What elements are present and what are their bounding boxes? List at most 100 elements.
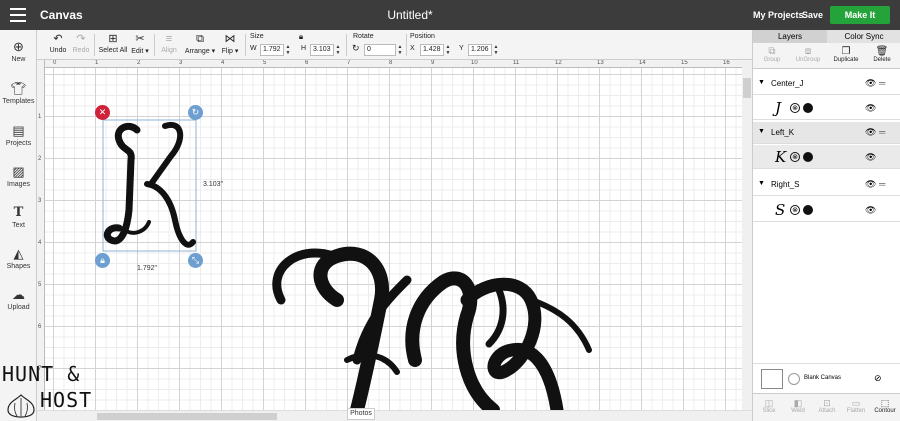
width-stepper[interactable]: ▲ ▼ — [285, 44, 291, 56]
weld-button[interactable]: ◧ Weld — [784, 398, 812, 414]
layer-row-right-s[interactable]: S ⊗ 👁︎ — [753, 198, 900, 222]
caret-down-icon[interactable]: ▼ — [758, 79, 765, 86]
align-icon: ≡ — [165, 33, 173, 45]
layer-row-left-k[interactable]: K ⊗ 👁︎ — [753, 145, 900, 169]
eye-icon[interactable]: 👁︎ — [865, 103, 876, 114]
arrange-button[interactable]: ⧉ Arrange ▾ — [183, 33, 217, 55]
attach-icon: ⊗ — [790, 205, 800, 215]
edit-button[interactable]: ✂ Edit ▾ — [129, 33, 151, 55]
weld-icon: ◧ — [793, 398, 803, 408]
resize-handle[interactable]: ⤡ — [188, 253, 203, 268]
scroll-thumb[interactable] — [743, 78, 751, 98]
nav-projects-label: Projects — [5, 140, 32, 147]
nav-shapes[interactable]: ◭ Shapes — [0, 247, 37, 271]
make-it-button[interactable]: Make It — [830, 6, 890, 24]
nav-upload[interactable]: ☁ Upload — [0, 288, 37, 312]
ungroup-label: UnGroup — [795, 57, 821, 63]
delete-handle[interactable]: ✕ — [95, 105, 110, 120]
eye-icon[interactable]: 👁︎ — [865, 127, 876, 138]
scroll-thumb[interactable] — [97, 413, 277, 420]
color-swatch[interactable] — [803, 205, 813, 215]
attach-label: Attach — [818, 408, 836, 414]
duplicate-icon: ❐ — [841, 46, 851, 57]
weld-label: Weld — [791, 408, 805, 414]
watermark-line-1: HUNT & — [2, 362, 81, 386]
ungroup-button[interactable]: ⧈ UnGroup — [793, 46, 823, 63]
caret-down-icon[interactable]: ▼ — [758, 180, 765, 187]
color-swatch[interactable] — [803, 103, 813, 113]
nav-images-label: Images — [7, 181, 30, 188]
layer-bottom-actions: ◫ Slice ◧ Weld ⊡ Attach ▭ Flatten ⬚ Cont… — [753, 393, 900, 421]
duplicate-button[interactable]: ❐ Duplicate — [831, 46, 861, 63]
width-field[interactable]: 1.792 — [260, 44, 284, 56]
save-link[interactable]: Save — [802, 10, 823, 20]
photos-tab[interactable]: Photos — [347, 408, 375, 420]
design-canvas[interactable]: 0 1 2 3 4 5 6 7 8 9 10 11 12 13 14 15 16… — [37, 60, 752, 410]
lock-handle[interactable]: 🔒︎ — [95, 253, 110, 268]
projects-icon: ▤ — [12, 123, 25, 138]
position-y-stepper[interactable]: ▲ ▼ — [493, 44, 499, 56]
group-label: Group — [763, 57, 781, 63]
caret-down-icon[interactable]: ▼ — [758, 128, 765, 135]
eye-icon[interactable]: 👁︎ — [865, 205, 876, 216]
position-x-field[interactable]: 1.428 — [420, 44, 444, 56]
position-x-stepper[interactable]: ▲ ▼ — [445, 44, 451, 56]
flip-button[interactable]: ⋈ Flip ▾ — [218, 33, 242, 55]
nav-projects[interactable]: ▤ Projects — [0, 123, 37, 148]
group-button[interactable]: ⧉ Group — [757, 46, 787, 63]
layer-group-right-s[interactable]: ▼ Right_S 👁︎ ═ — [753, 174, 900, 196]
lock-ratio-button[interactable]: 🔒︎ — [295, 31, 307, 43]
garlic-logo-icon — [7, 394, 35, 418]
redo-icon: ↷ — [76, 33, 86, 45]
attach-button[interactable]: ⊡ Attach — [813, 398, 841, 414]
resize-icon: ⤡ — [191, 255, 200, 265]
my-projects-link[interactable]: My Projects — [753, 10, 804, 20]
monogram-main[interactable] — [272, 246, 592, 410]
tab-color-sync[interactable]: Color Sync — [827, 30, 900, 43]
color-swatch[interactable] — [803, 152, 813, 162]
canvas-vertical-scrollbar[interactable] — [742, 60, 752, 410]
drag-handle-icon[interactable]: ═ — [879, 127, 885, 137]
align-button[interactable]: ≡ Align — [157, 33, 181, 54]
monogram-k[interactable] — [103, 121, 196, 248]
layer-group-left-k[interactable]: ▼ Left_K 👁︎ ═ — [753, 122, 900, 144]
slice-button[interactable]: ◫ Slice — [755, 398, 783, 414]
select-all-button[interactable]: ⊞ Select All — [97, 33, 129, 54]
layer-group-name: Left_K — [771, 128, 795, 137]
flip-label: Flip ▾ — [221, 48, 239, 55]
radio-circle[interactable] — [788, 373, 800, 385]
layer-group-center-j[interactable]: ▼ Center_J 👁︎ ═ — [753, 73, 900, 95]
rotate-field[interactable]: 0 — [364, 44, 396, 56]
slice-label: Slice — [762, 408, 776, 414]
attach-icon: ⊗ — [790, 152, 800, 162]
drag-handle-icon[interactable]: ═ — [879, 179, 885, 189]
contour-button[interactable]: ⬚ Contour — [871, 398, 899, 414]
y-letter: Y — [459, 45, 464, 52]
nav-templates[interactable]: 👕︎ Templates — [0, 82, 37, 106]
redo-button[interactable]: ↷ Redo — [70, 33, 92, 54]
nav-images[interactable]: ▨ Images — [0, 165, 37, 189]
drag-handle-icon[interactable]: ═ — [879, 78, 885, 88]
eye-icon[interactable]: 👁︎ — [865, 152, 876, 163]
tab-layers[interactable]: Layers — [753, 30, 827, 43]
eye-slash-icon[interactable]: ⊘ — [874, 373, 882, 384]
rotate-handle[interactable]: ↻ — [188, 105, 203, 120]
divider — [245, 34, 246, 56]
canvas-color-swatch[interactable] — [761, 369, 783, 389]
layer-thumbnail: J — [775, 99, 782, 117]
nav-text[interactable]: T Text — [0, 206, 37, 230]
eye-icon[interactable]: 👁︎ — [865, 78, 876, 89]
height-stepper[interactable]: ▲ ▼ — [335, 44, 341, 56]
layer-row-center-j[interactable]: J ⊗ 👁︎ — [753, 96, 900, 120]
delete-button[interactable]: 🗑︎ Delete — [867, 46, 897, 63]
eye-icon[interactable]: 👁︎ — [865, 179, 876, 190]
rotate-stepper[interactable]: ▲ ▼ — [397, 44, 403, 56]
flatten-button[interactable]: ▭ Flatten — [842, 398, 870, 414]
blank-canvas-row[interactable]: Blank Canvas ⊘ — [753, 363, 900, 393]
undo-button[interactable]: ↶ Undo — [47, 33, 69, 54]
canvas-horizontal-scrollbar[interactable] — [37, 410, 752, 421]
position-y-field[interactable]: 1.206 — [468, 44, 492, 56]
nav-new[interactable]: ⊕ New — [0, 40, 37, 64]
layers-panel: Layers Color Sync ⧉ Group ⧈ UnGroup ❐ Du… — [752, 30, 900, 421]
height-field[interactable]: 3.103 — [310, 44, 334, 56]
